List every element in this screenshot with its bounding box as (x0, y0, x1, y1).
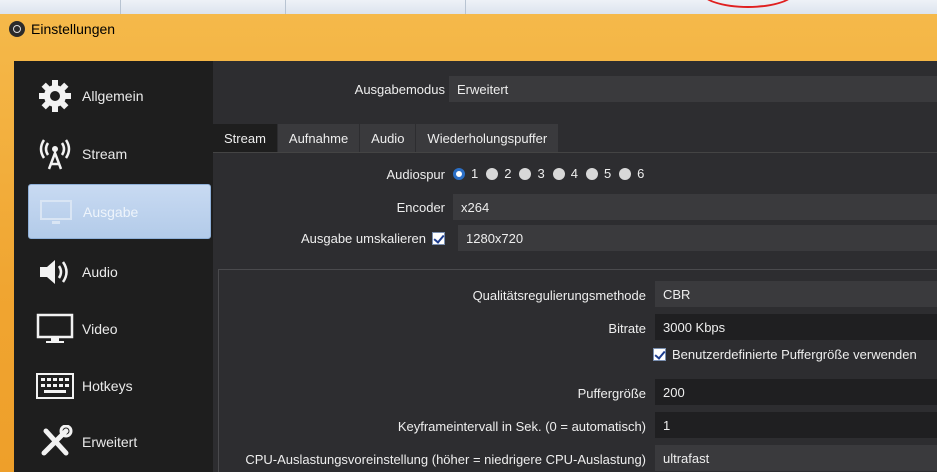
tab-audio[interactable]: Audio (360, 124, 417, 152)
rescale-row: Ausgabe umskalieren (213, 231, 445, 246)
sidebar-item-label: Hotkeys (82, 377, 133, 394)
settings-sidebar: Allgemein Stream Ausgabe Audio Video Hot… (14, 61, 213, 472)
tools-icon (34, 424, 76, 460)
audiotrack-radio-5[interactable]: 5 (585, 166, 612, 181)
audiotrack-radio-2[interactable]: 2 (486, 166, 511, 181)
bitrate-label: Bitrate (608, 321, 646, 336)
sidebar-item-label: Erweitert (82, 433, 138, 450)
background-window-strip (0, 0, 937, 15)
radio-indicator (585, 167, 598, 180)
radio-selected-indicator (453, 167, 465, 180)
audiotrack-radio-group: 1 2 3 4 5 6 (453, 166, 652, 181)
rate-control-select[interactable]: CBR (655, 281, 937, 307)
red-annotation-circle (700, 0, 796, 8)
sidebar-item-stream[interactable]: Stream (28, 126, 211, 181)
output-mode-select[interactable]: Erweitert (449, 76, 937, 102)
obs-app-icon (9, 21, 25, 37)
sidebar-item-hotkeys[interactable]: Hotkeys (28, 358, 211, 413)
radio-label: 1 (471, 166, 479, 181)
window-title: Einstellungen (31, 21, 116, 37)
radio-label: 5 (603, 166, 612, 181)
audiotrack-label: Audiospur (386, 167, 445, 182)
keyframe-interval-input[interactable]: 1 (655, 412, 937, 438)
keyframe-interval-label: Keyframeintervall in Sek. (0 = automatis… (397, 419, 646, 434)
encoder-select[interactable]: x264 (453, 194, 937, 220)
sidebar-item-erweitert[interactable]: Erweitert (28, 414, 211, 469)
audiotrack-radio-6[interactable]: 6 (619, 166, 644, 181)
background-segment (0, 0, 121, 14)
custom-buffer-checkbox[interactable] (653, 348, 666, 361)
radio-label: 3 (537, 166, 545, 181)
tab-stream[interactable]: Stream (213, 124, 278, 152)
sidebar-item-label: Allgemein (82, 87, 144, 104)
audiotrack-radio-1[interactable]: 1 (453, 166, 478, 181)
keyboard-icon (34, 368, 76, 404)
sidebar-item-ausgabe[interactable]: Ausgabe (28, 184, 211, 239)
sidebar-item-label: Audio (82, 263, 118, 280)
sidebar-item-label: Ausgabe (83, 203, 139, 220)
custom-buffer-row: Benutzerdefinierte Puffergröße verwenden (653, 347, 917, 362)
sidebar-item-label: Stream (82, 145, 128, 162)
radio-indicator (552, 167, 565, 180)
audiotrack-radio-3[interactable]: 3 (519, 166, 545, 181)
gear-icon (34, 78, 76, 114)
bitrate-input[interactable]: 3000 Kbps (655, 314, 937, 340)
buffer-size-label: Puffergröße (577, 386, 646, 401)
speaker-icon (34, 254, 76, 290)
radio-indicator (519, 167, 532, 180)
monitor-icon (34, 311, 76, 347)
output-mode-label: Ausgabemodus (354, 82, 445, 97)
custom-buffer-label: Benutzerdefinierte Puffergröße verwenden (672, 347, 917, 362)
cpu-preset-select[interactable]: ultrafast (655, 445, 937, 471)
rescale-resolution-select[interactable]: 1280x720 (458, 225, 937, 251)
tab-divider (213, 152, 937, 153)
sidebar-item-allgemein[interactable]: Allgemein (28, 68, 211, 123)
sidebar-item-audio[interactable]: Audio (28, 244, 211, 299)
cpu-preset-label: CPU-Auslastungsvoreinstellung (höher = n… (245, 452, 646, 467)
radio-label: 4 (570, 166, 578, 181)
buffer-size-input[interactable]: 200 (655, 379, 937, 405)
rescale-checkbox[interactable] (432, 232, 445, 245)
tab-aufnahme[interactable]: Aufnahme (277, 124, 361, 152)
tab-wiederholungspuffer[interactable]: Wiederholungspuffer (416, 124, 560, 152)
output-settings-panel: Ausgabemodus Erweitert Stream Aufnahme A… (213, 61, 937, 472)
radio-label: 2 (504, 166, 512, 181)
radio-indicator (486, 167, 499, 180)
output-icon (35, 194, 77, 230)
settings-client-area: Allgemein Stream Ausgabe Audio Video Hot… (14, 61, 937, 472)
rescale-label: Ausgabe umskalieren (300, 231, 426, 246)
output-tabs: Stream Aufnahme Audio Wiederholungspuffe… (213, 124, 560, 152)
encoder-label: Encoder (396, 200, 445, 215)
broadcast-icon (34, 136, 76, 172)
sidebar-item-video[interactable]: Video (28, 301, 211, 356)
title-bar[interactable]: Einstellungen (0, 14, 937, 44)
background-segment (285, 0, 466, 14)
background-segment (120, 0, 286, 14)
audiotrack-radio-4[interactable]: 4 (552, 166, 578, 181)
radio-label: 6 (637, 166, 645, 181)
sidebar-item-label: Video (82, 320, 118, 337)
rate-control-label: Qualitätsregulierungsmethode (472, 288, 646, 303)
settings-window: Einstellungen Allgemein Stream Ausgabe A… (0, 14, 937, 472)
radio-indicator (619, 167, 632, 180)
